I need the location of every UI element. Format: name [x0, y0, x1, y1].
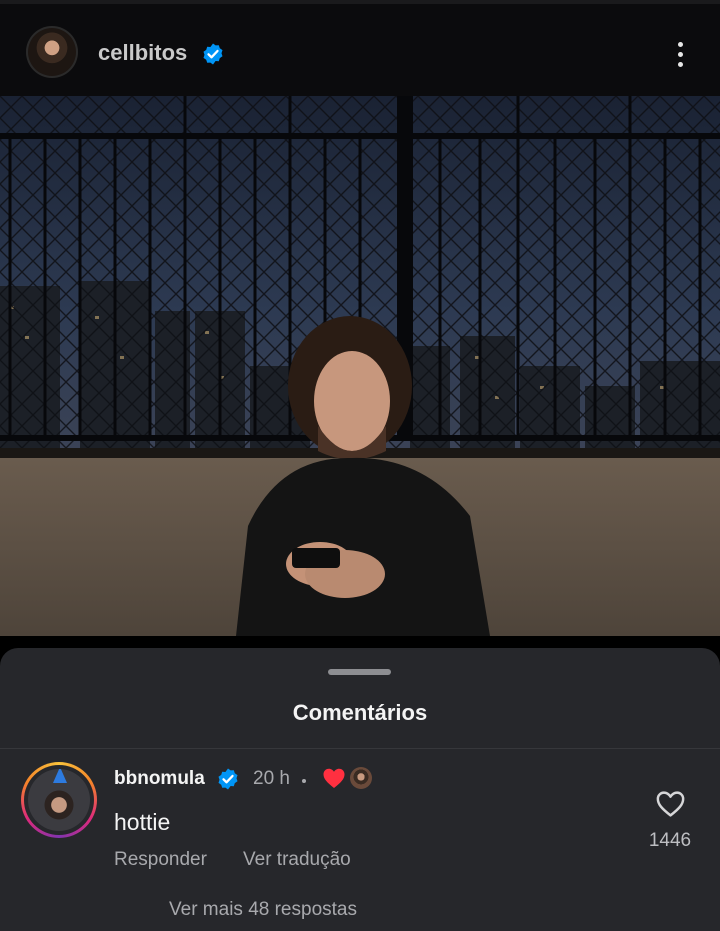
app-frame: cellbitos Comentários bbnomula 20 h hott… — [0, 0, 720, 931]
reply-button[interactable]: Responder — [114, 849, 207, 871]
sheet-drag-handle[interactable] — [328, 669, 391, 675]
comments-sheet: Comentários bbnomula 20 h hottie Respond… — [0, 648, 720, 931]
sheet-divider — [0, 748, 720, 749]
commenter-avatar — [28, 769, 90, 831]
comments-title: Comentários — [292, 700, 428, 725]
post-photo[interactable] — [0, 96, 720, 636]
profile-avatar[interactable] — [26, 26, 78, 78]
more-dot — [677, 41, 683, 47]
more-options-button[interactable] — [664, 38, 696, 70]
view-more-replies-button[interactable]: Ver mais 48 respostas — [169, 899, 357, 921]
comment-timestamp: 20 h — [253, 768, 290, 789]
like-comment-heart-icon[interactable] — [655, 789, 686, 818]
party-hat-icon — [53, 769, 67, 783]
separator-dot — [302, 779, 306, 783]
author-liked-heart-icon — [323, 768, 345, 788]
comment-username[interactable]: bbnomula — [114, 768, 205, 790]
post-header: cellbitos — [0, 0, 720, 96]
post-username[interactable]: cellbitos — [98, 40, 187, 66]
comment-text: hottie — [114, 809, 171, 835]
see-translation-button[interactable]: Ver tradução — [243, 849, 351, 871]
post-author-mini-avatar — [350, 767, 372, 789]
commenter-avatar-story-ring[interactable] — [21, 762, 97, 838]
more-dot — [677, 61, 683, 67]
comment-like-count: 1446 — [648, 830, 692, 851]
verified-badge-icon — [203, 43, 223, 65]
more-dot — [677, 51, 683, 57]
post-photo-illustration — [0, 96, 720, 636]
verified-badge-icon — [218, 768, 238, 790]
